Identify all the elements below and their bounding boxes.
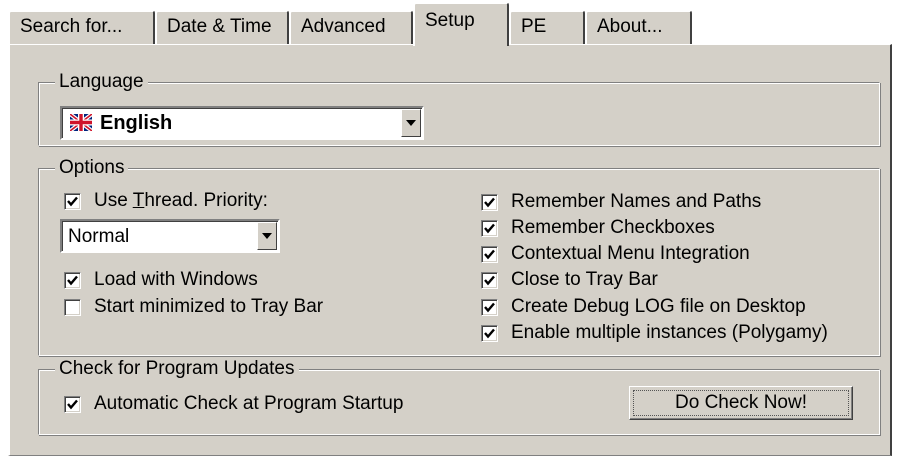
checkbox-box[interactable]: [481, 193, 498, 211]
tab-search-for[interactable]: Search for...: [8, 10, 155, 44]
contextual-menu-checkbox[interactable]: Contextual Menu Integration: [481, 243, 750, 265]
checkbox-label: Start minimized to Tray Bar: [94, 296, 324, 317]
checkbox-label: Enable multiple instances (Polygamy): [511, 322, 828, 343]
close-to-tray-checkbox[interactable]: Close to Tray Bar: [481, 269, 658, 291]
checkbox-box[interactable]: [481, 324, 498, 342]
uk-flag-icon: [70, 114, 92, 131]
tab-date-time[interactable]: Date & Time: [155, 10, 289, 44]
language-group-legend: Language: [55, 71, 148, 93]
use-thread-priority-checkbox[interactable]: Use Thread. Priority:: [64, 190, 268, 212]
checkbox-box[interactable]: [481, 298, 498, 316]
checkbox-box[interactable]: [481, 219, 498, 237]
focus-rect: [633, 390, 849, 416]
tab-about[interactable]: About...: [585, 10, 692, 44]
checkbox-box[interactable]: [481, 271, 498, 289]
multiple-instances-checkbox[interactable]: Enable multiple instances (Polygamy): [481, 322, 828, 344]
checkbox-box[interactable]: [64, 192, 81, 210]
checkbox-box[interactable]: [481, 245, 498, 263]
tab-label: Setup: [425, 10, 475, 31]
options-group-legend: Options: [55, 157, 129, 179]
tab-advanced[interactable]: Advanced: [289, 10, 413, 44]
checkbox-label: Close to Tray Bar: [511, 269, 658, 290]
tab-pe[interactable]: PE: [509, 10, 585, 44]
checkbox-label: Automatic Check at Program Startup: [94, 393, 404, 414]
tab-label: Date & Time: [167, 16, 272, 37]
remember-names-checkbox[interactable]: Remember Names and Paths: [481, 191, 761, 213]
checkbox-label: Remember Checkboxes: [511, 217, 715, 238]
checkbox-box[interactable]: [64, 271, 81, 289]
language-select[interactable]: English: [60, 106, 424, 140]
tab-label: About...: [597, 16, 663, 37]
checkbox-label: Create Debug LOG file on Desktop: [511, 296, 806, 317]
automatic-check-checkbox[interactable]: Automatic Check at Program Startup: [64, 393, 403, 415]
start-minimized-checkbox[interactable]: Start minimized to Tray Bar: [64, 296, 323, 318]
checkbox-label: Remember Names and Paths: [511, 191, 762, 212]
tab-setup[interactable]: Setup: [413, 2, 509, 46]
priority-select[interactable]: Normal: [60, 219, 280, 253]
tab-label: PE: [521, 16, 547, 37]
debug-log-checkbox[interactable]: Create Debug LOG file on Desktop: [481, 296, 806, 318]
checkbox-label: Use Thread. Priority:: [94, 190, 268, 211]
checkbox-box[interactable]: [64, 395, 81, 413]
updates-group-legend: Check for Program Updates: [55, 358, 299, 380]
checkbox-label: Contextual Menu Integration: [511, 243, 750, 264]
checkbox-label: Load with Windows: [94, 269, 258, 290]
chevron-down-icon[interactable]: [401, 109, 421, 137]
load-with-windows-checkbox[interactable]: Load with Windows: [64, 269, 258, 291]
tab-label: Advanced: [301, 16, 386, 37]
checkbox-box[interactable]: [64, 298, 81, 316]
do-check-now-button[interactable]: Do Check Now!: [629, 386, 853, 420]
tab-label: Search for...: [20, 16, 123, 37]
priority-value: Normal: [68, 226, 130, 247]
chevron-down-icon[interactable]: [257, 222, 277, 250]
remember-checkboxes-checkbox[interactable]: Remember Checkboxes: [481, 217, 715, 239]
language-value: English: [100, 112, 173, 134]
